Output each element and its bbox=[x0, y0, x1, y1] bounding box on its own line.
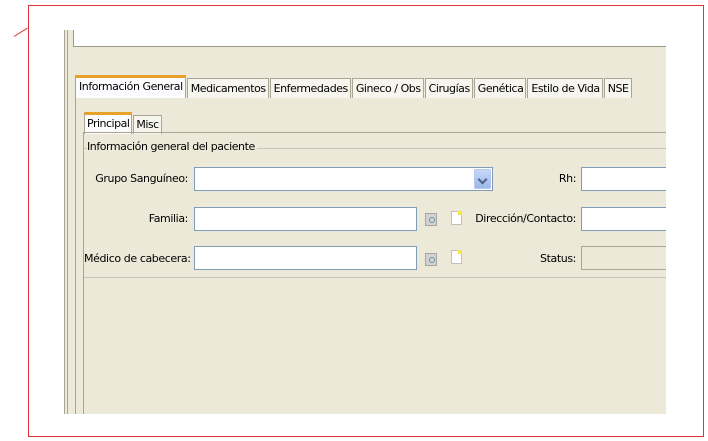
status-label: Status: bbox=[540, 252, 576, 265]
note-icon[interactable] bbox=[451, 250, 462, 264]
note-icon[interactable] bbox=[451, 211, 462, 225]
grupo-sanguineo-select[interactable] bbox=[194, 167, 493, 191]
main-tab-content: Principal Misc Información general del p… bbox=[75, 98, 666, 414]
search-icon[interactable] bbox=[425, 253, 437, 266]
rh-label: Rh: bbox=[558, 172, 577, 185]
tab-enfermedades[interactable]: Enfermedades bbox=[269, 78, 351, 99]
tab-nse[interactable]: NSE bbox=[603, 78, 632, 99]
top-header-field bbox=[73, 30, 666, 47]
medico-cabecera-field[interactable] bbox=[194, 246, 417, 270]
direccion-contacto-label: Dirección/Contacto: bbox=[475, 212, 576, 225]
tab-genetica[interactable]: Genética bbox=[473, 78, 527, 99]
grupo-sanguineo-label: Grupo Sanguíneo: bbox=[95, 172, 188, 185]
group-bottom-separator bbox=[84, 277, 666, 278]
app-window: Información General Medicamentos Enferme… bbox=[64, 30, 666, 414]
annotation-line bbox=[13, 27, 28, 37]
rh-field[interactable] bbox=[581, 167, 666, 191]
sub-tab-bar: Principal Misc bbox=[84, 112, 163, 134]
tab-gineco-obs[interactable]: Gineco / Obs bbox=[351, 78, 424, 99]
group-title: Información general del paciente bbox=[87, 140, 257, 153]
patient-info-group: Información general del paciente Grupo S… bbox=[84, 140, 666, 270]
chevron-down-icon[interactable] bbox=[474, 169, 491, 189]
tab-informacion-general[interactable]: Información General bbox=[75, 75, 186, 99]
familia-label: Familia: bbox=[148, 212, 189, 225]
familia-field[interactable] bbox=[194, 207, 417, 231]
principal-panel: Información general del paciente Grupo S… bbox=[83, 132, 666, 414]
direccion-contacto-field[interactable] bbox=[581, 207, 666, 231]
main-tab-bar: Información General Medicamentos Enferme… bbox=[75, 75, 633, 99]
tab-estilo-de-vida[interactable]: Estilo de Vida bbox=[527, 78, 603, 99]
tab-medicamentos[interactable]: Medicamentos bbox=[186, 78, 269, 99]
medico-cabecera-label: Médico de cabecera: bbox=[84, 252, 191, 265]
tab-principal[interactable]: Principal bbox=[84, 112, 133, 134]
tab-cirugias[interactable]: Cirugías bbox=[424, 78, 473, 99]
left-border bbox=[64, 30, 65, 414]
search-icon[interactable] bbox=[425, 213, 437, 226]
left-border-inner bbox=[67, 30, 68, 414]
status-field bbox=[581, 246, 666, 270]
